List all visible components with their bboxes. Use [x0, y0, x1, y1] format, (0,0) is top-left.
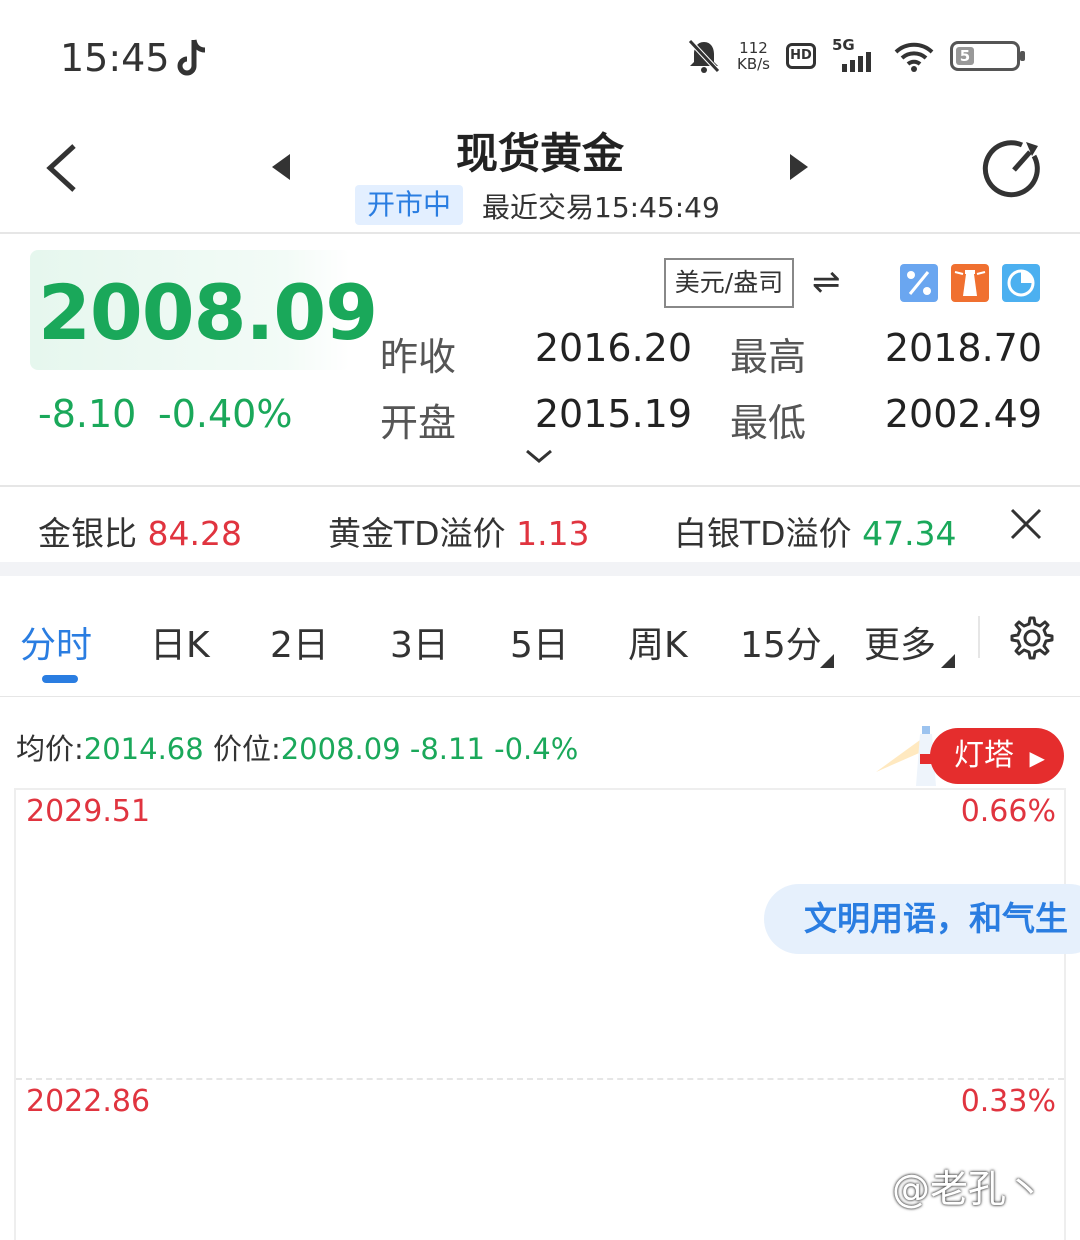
divider [0, 485, 1080, 487]
page-title: 现货黄金 [455, 129, 624, 178]
tab-5-day[interactable]: 5日 [510, 616, 569, 668]
chart-y-mid-price: 2022.86 [26, 1084, 151, 1119]
chart-y-top-price: 2029.51 [26, 794, 151, 829]
low-label: 最低 [730, 401, 807, 445]
tab-2-day[interactable]: 2日 [270, 616, 329, 668]
low-value: 2002.49 [884, 392, 1042, 436]
pie-chart-icon[interactable] [1002, 264, 1040, 302]
watermark: @老孔丶 [892, 1167, 1045, 1211]
gold-td-premium: 黄金TD溢价 1.13 [328, 514, 590, 553]
percent-icon[interactable] [900, 264, 938, 302]
lighthouse-small-icon[interactable] [951, 264, 989, 302]
last-trade-time: 最近交易15:45:49 [482, 191, 720, 224]
lighthouse-button[interactable]: 灯塔 ▶ [930, 728, 1064, 784]
tab-weekly-k[interactable]: 周K [628, 616, 688, 668]
current-price: 2008.09 [38, 268, 378, 357]
prev-close-value: 2016.20 [534, 326, 692, 370]
dropdown-corner-icon [941, 654, 955, 668]
chart-y-top-pct: 0.66% [960, 794, 1056, 829]
divider [0, 232, 1080, 234]
refresh-timer-icon[interactable] [982, 136, 1046, 200]
swap-icon[interactable]: ⇌ [812, 262, 841, 302]
unit-selector[interactable]: 美元/盎司 [664, 258, 794, 308]
tab-daily-k[interactable]: 日K [150, 616, 210, 668]
dropdown-corner-icon [820, 654, 834, 668]
gold-silver-ratio: 金银比 84.28 [38, 514, 242, 553]
status-icons: 112 KB/s HD 5G 5 [687, 36, 1025, 74]
gear-icon[interactable] [1006, 614, 1054, 662]
expand-chevron-icon[interactable] [524, 446, 554, 466]
chart-info-line: 均价:2014.68 价位:2008.09 -8.11 -0.4% [16, 732, 579, 766]
prev-close-label: 昨收 [380, 335, 457, 379]
chart-gridline [16, 1078, 1064, 1080]
tab-active-indicator [42, 675, 78, 683]
divider [0, 696, 1080, 697]
tab-more[interactable]: 更多 [864, 616, 936, 668]
price-change: -8.10 [38, 392, 137, 436]
chart-y-mid-pct: 0.33% [960, 1084, 1056, 1119]
high-value: 2018.70 [884, 326, 1042, 370]
tab-separator [978, 616, 980, 658]
lighthouse-icon [876, 726, 936, 786]
high-label: 最高 [730, 335, 807, 379]
signal-icon: 5G [832, 36, 878, 72]
mute-bell-icon [688, 39, 720, 73]
tiktok-icon [177, 39, 206, 76]
tab-15-min[interactable]: 15分 [740, 616, 822, 668]
tab-intraday[interactable]: 分时 [20, 616, 92, 668]
silver-td-premium: 白银TD溢价 47.34 [674, 514, 957, 553]
hd-icon: HD [786, 43, 816, 69]
tab-3-day[interactable]: 3日 [390, 616, 449, 668]
section-gap [0, 562, 1080, 576]
status-time: 15:45 [60, 36, 170, 80]
net-speed: 112 KB/s [737, 39, 770, 73]
close-icon[interactable] [1006, 504, 1046, 544]
battery-icon: 5 [950, 41, 1025, 71]
price-change-pct: -0.40% [158, 392, 293, 436]
comment-bubble: 文明用语，和气生 [764, 884, 1080, 954]
open-label: 开盘 [380, 401, 457, 445]
wifi-icon [894, 42, 934, 72]
open-value: 2015.19 [534, 392, 692, 436]
market-status-badge: 开市中 [355, 185, 463, 225]
next-instrument-icon[interactable] [788, 152, 810, 182]
